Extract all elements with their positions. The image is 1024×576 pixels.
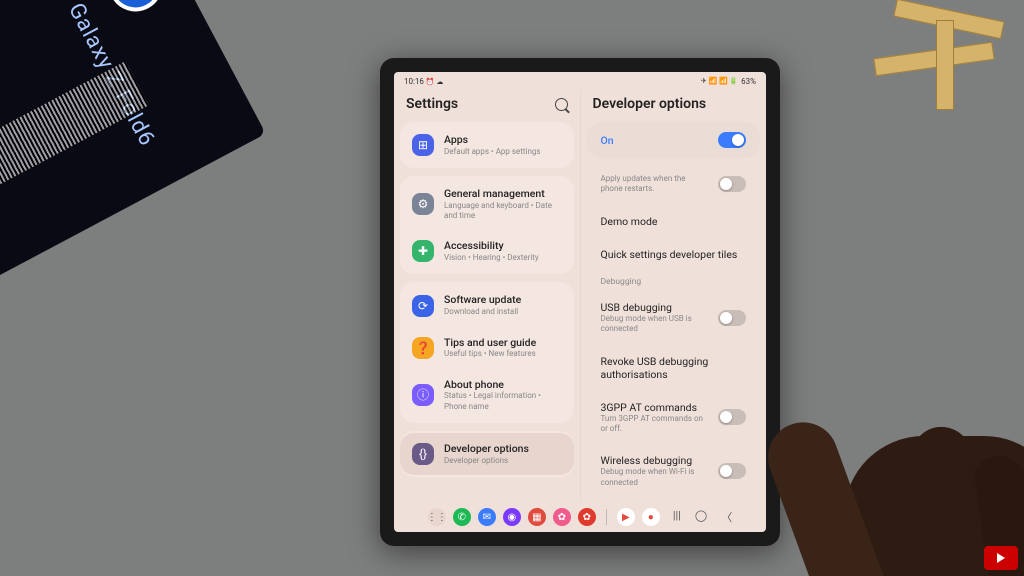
settings-list-pane: Settings ⊞ AppsDefault apps • App setting… [394,90,581,502]
dev-3gpp-at[interactable]: 3GPP AT commandsTurn 3GPP AT commands on… [587,391,761,445]
settings-item-developer-options-icon: {} [412,443,434,465]
dev-demo-mode[interactable]: Demo mode [587,205,761,238]
product-box-badge [99,0,172,21]
dev-master-label: On [601,134,614,147]
app-icon-flower[interactable]: ✿ [578,508,596,526]
dev-revoke-usb[interactable]: Revoke USB debugging authorisations [587,345,761,391]
settings-scroll[interactable]: ⊞ AppsDefault apps • App settings ⚙ General… [394,122,580,502]
dev-quick-tiles[interactable]: Quick settings developer tiles [587,238,761,271]
dev-master-toggle[interactable] [718,132,746,148]
product-box-prop: Galaxy Z Fold6 [0,0,266,289]
settings-item-software-update-subtitle: Download and install [444,307,521,317]
search-icon[interactable] [555,98,568,111]
dev-wireless-debugging-subtitle: Debug mode when Wi-Fi is connected [601,467,709,488]
settings-item-software-update[interactable]: ⟳ Software updateDownload and install [400,284,574,326]
developer-options-scroll[interactable]: Apply updates when the phone restarts. De… [581,164,767,502]
settings-item-accessibility-title: Accessibility [444,239,539,253]
dev-apply-updates[interactable]: Apply updates when the phone restarts. [587,164,761,205]
dev-wireless-debugging-toggle[interactable] [718,463,746,479]
dev-usb-debugging[interactable]: USB debuggingDebug mode when USB is conn… [587,291,761,345]
settings-item-software-update-title: Software update [444,293,521,307]
dev-quick-tiles-title: Quick settings developer tiles [601,248,747,261]
settings-title: Settings [406,96,458,112]
settings-item-apps-subtitle: Default apps • App settings [444,147,541,157]
settings-item-about-phone[interactable]: ⓘ About phoneStatus • Legal information •… [400,369,574,421]
dev-demo-mode-title: Demo mode [601,215,747,228]
status-time: 10:16 [404,77,424,86]
developer-options-title: Developer options [593,96,707,112]
messages-app-icon[interactable]: ✉ [478,508,496,526]
taskbar: ⋮⋮ ✆ ✉ ◉ ▦ ✿ ✿ ▶ ● ||| ◯ 〈 [394,502,766,532]
settings-item-apps-icon: ⊞ [412,134,434,156]
gallery-app-icon[interactable]: ✿ [553,508,571,526]
settings-item-general-management[interactable]: ⚙ General managementLanguage and keyboard… [400,178,574,230]
taskbar-separator [606,509,607,525]
settings-item-developer-options[interactable]: {} Developer optionsDeveloper options [400,433,574,475]
settings-item-tips[interactable]: ❓ Tips and user guideUseful tips • New fe… [400,327,574,369]
foldable-device: 10:16 ⏰ ☁ ✈ 📶 📶 🔋 63% Settings ⊞ AppsDefa… [380,58,780,546]
settings-item-general-management-title: General management [444,187,562,201]
dev-revoke-usb-title: Revoke USB debugging authorisations [601,355,747,381]
apps-drawer-icon[interactable]: ⋮⋮ [428,508,446,526]
dev-usb-debugging-toggle[interactable] [718,310,746,326]
status-bar: 10:16 ⏰ ☁ ✈ 📶 📶 🔋 63% [394,72,766,90]
settings-item-tips-subtitle: Useful tips • New features [444,349,536,359]
dev-3gpp-at-toggle[interactable] [718,409,746,425]
settings-item-general-management-icon: ⚙ [412,193,434,215]
settings-item-tips-title: Tips and user guide [444,336,536,350]
settings-item-about-phone-title: About phone [444,378,562,392]
dev-usb-debugging-subtitle: Debug mode when USB is connected [601,314,709,335]
developer-options-pane: Developer options On Apply updates when … [581,90,767,502]
settings-item-apps[interactable]: ⊞ AppsDefault apps • App settings [400,124,574,166]
dev-usb-debugging-title: USB debugging [601,301,709,314]
wood-prop [824,0,1024,130]
dev-apply-updates-toggle[interactable] [718,176,746,192]
browser-app-icon[interactable]: ◉ [503,508,521,526]
settings-item-about-phone-icon: ⓘ [412,384,434,406]
nav-recents[interactable]: ||| [673,509,681,525]
status-right-icons: ✈ 📶 📶 🔋 [701,77,738,85]
status-battery: 63% [741,77,756,86]
settings-item-accessibility-icon: ✚ [412,240,434,262]
settings-item-tips-icon: ❓ [412,337,434,359]
dev-master-toggle-row[interactable]: On [587,122,761,158]
youtube-watermark [984,546,1018,570]
dev-wireless-debugging-title: Wireless debugging [601,454,709,467]
hand-prop [744,216,1024,576]
settings-item-software-update-icon: ⟳ [412,295,434,317]
device-screen: 10:16 ⏰ ☁ ✈ 📶 📶 🔋 63% Settings ⊞ AppsDefa… [394,72,766,532]
dev-3gpp-at-title: 3GPP AT commands [601,401,709,414]
settings-item-developer-options-title: Developer options [444,442,529,456]
dev-apply-updates-subtitle: Apply updates when the phone restarts. [601,174,709,195]
dev-wireless-debugging[interactable]: Wireless debuggingDebug mode when Wi-Fi … [587,444,761,498]
settings-item-accessibility[interactable]: ✚ AccessibilityVision • Hearing • Dexteri… [400,230,574,272]
settings-item-general-management-subtitle: Language and keyboard • Date and time [444,201,562,222]
navigation-keys: ||| ◯ 〈 [673,509,732,525]
settings-item-accessibility-subtitle: Vision • Hearing • Dexterity [444,253,539,263]
phone-app-icon[interactable]: ✆ [453,508,471,526]
youtube-icon[interactable]: ● [642,508,660,526]
play-store-icon[interactable]: ▶ [617,508,635,526]
status-left-icons: ⏰ ☁ [426,78,443,86]
nav-back[interactable]: 〈 [721,509,732,525]
nav-home[interactable]: ◯ [695,509,707,525]
debugging-section-label: Debugging [587,271,761,291]
settings-item-about-phone-subtitle: Status • Legal information • Phone name [444,391,562,412]
dev-3gpp-at-subtitle: Turn 3GPP AT commands on or off. [601,414,709,435]
app-icon-red[interactable]: ▦ [528,508,546,526]
settings-item-developer-options-subtitle: Developer options [444,456,529,466]
settings-item-apps-title: Apps [444,133,541,147]
